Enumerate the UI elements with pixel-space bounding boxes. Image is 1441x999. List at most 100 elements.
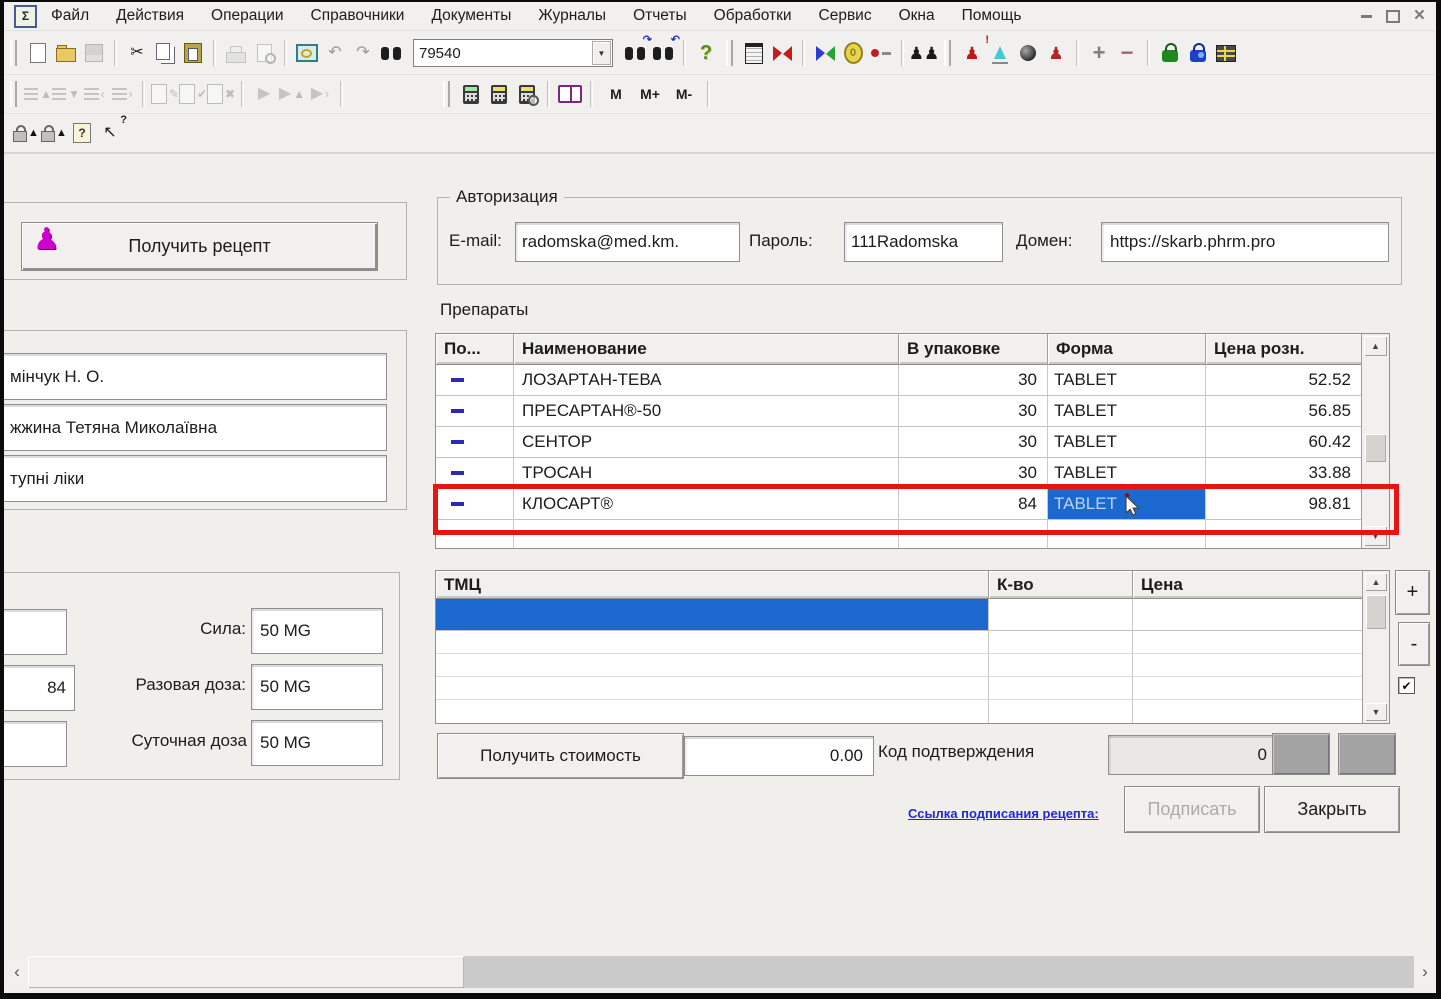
menu-reports[interactable]: Отчеты [633,7,687,25]
unlock-down-icon[interactable]: ▲ [40,119,68,147]
find-previous-icon[interactable]: ↶ [649,35,680,67]
password-field[interactable]: 111Radomska [844,222,1003,262]
column-header-price[interactable]: Цена [1133,571,1362,599]
color-bow-icon[interactable] [811,39,839,67]
table-row-selected[interactable]: КЛОСАРТ® 84 TABLET 98.81 [436,489,1361,520]
table-row-empty[interactable] [436,520,1361,548]
column-header-price[interactable]: Цена розн. [1206,334,1361,365]
menu-help[interactable]: Помощь [962,7,1022,25]
paste-icon[interactable] [179,39,207,67]
copy-icon[interactable] [151,39,179,67]
memory-button[interactable]: M [599,82,633,106]
move-bottom-icon[interactable]: › [108,80,136,108]
sign-button[interactable]: Подписать [1124,786,1260,833]
search-input[interactable]: 79540 [414,45,592,62]
tmc-add-button[interactable]: + [1395,570,1430,615]
sign-recipe-link[interactable]: Ссылка подписания рецепта: [908,806,1099,821]
table-row[interactable]: ЛОЗАРТАН-ТЕВА 30 TABLET 52.52 [436,365,1361,396]
scroll-up-icon[interactable]: ▲ [1365,573,1387,591]
menu-journals[interactable]: Журналы [538,7,606,25]
search-combobox[interactable]: 79540 ▼ [413,39,613,67]
tmc-row-empty[interactable] [436,631,1362,654]
find-next-icon[interactable]: ↷ [621,35,652,67]
strength-field[interactable]: 50 MG [251,608,383,654]
memory-minus-button[interactable]: M- [667,82,701,106]
scrollbar-track[interactable] [464,956,1414,988]
play-icon[interactable]: ▶ [250,80,278,108]
menu-file[interactable]: Файл [51,7,89,25]
memory-plus-button[interactable]: M+ [633,82,667,106]
column-header-po[interactable]: По... [436,334,514,365]
red-bow-icon[interactable] [768,39,796,67]
tmc-row-empty[interactable] [436,654,1362,677]
menu-actions[interactable]: Действия [116,7,184,25]
footer-gray-button-2[interactable] [1338,733,1396,775]
menu-references[interactable]: Справочники [311,7,405,25]
tmc-vertical-scrollbar[interactable]: ▲ ▼ [1362,571,1389,723]
tmc-remove-button[interactable]: - [1398,622,1430,666]
calculator-yellow-icon[interactable] [485,80,513,108]
menu-documents[interactable]: Документы [431,7,511,25]
table-row[interactable]: ПРЕСАРТАН®-50 30 TABLET 56.85 [436,396,1361,427]
open-folder-icon[interactable] [52,39,80,67]
tmc-row-empty[interactable] [436,700,1362,723]
move-down-icon[interactable]: ▼ [52,80,80,108]
blue-bag-icon[interactable] [1184,39,1212,67]
table-row[interactable]: ТРОСАН 30 TABLET 33.88 [436,458,1361,489]
table-row[interactable]: СЕНТОР 30 TABLET 60.42 [436,427,1361,458]
calculator-search-icon[interactable] [513,80,541,108]
step-forward-icon[interactable]: ▶ ▲ [278,80,306,108]
green-bag-icon[interactable] [1156,39,1184,67]
single-dose-field[interactable]: 50 MG [251,664,383,710]
calculator-green-icon[interactable] [457,80,485,108]
context-help-icon[interactable]: ↖? [96,115,127,147]
coin-icon[interactable]: 0 [839,39,867,67]
help-icon[interactable]: ? [692,39,720,67]
print-preview-icon[interactable] [250,39,278,67]
save-icon[interactable] [80,39,108,67]
pack-field-1[interactable] [1,609,67,655]
print-icon[interactable] [222,39,250,67]
tmc-cell-selected[interactable] [436,599,989,631]
toolbar-grip[interactable] [944,40,951,66]
domain-field[interactable]: https://skarb.phrm.pro [1101,222,1389,262]
footer-gray-button-1[interactable] [1272,733,1330,775]
menu-service[interactable]: Сервис [819,7,872,25]
doctor-field[interactable]: мінчук Н. О. [1,353,387,400]
move-top-icon[interactable]: ‹ [80,80,108,108]
scrollbar-thumb[interactable] [1366,595,1386,629]
walking-person-icon[interactable]: ♟ [1042,39,1070,67]
patient-alert-icon[interactable]: ♟! [958,35,989,67]
column-header-qty[interactable]: К-во [989,571,1133,599]
access-key-icon[interactable] [293,39,321,67]
step-over-icon[interactable]: ▶ › [306,80,334,108]
drug-form-cell-selected[interactable]: TABLET [1048,489,1206,520]
menu-operations[interactable]: Операции [211,7,284,25]
tmc-checkbox[interactable]: ✔ [1398,677,1415,694]
toolbar-grip[interactable] [443,81,450,107]
combobox-dropdown-icon[interactable]: ▼ [592,41,611,65]
email-field[interactable]: radomska@med.km. [515,222,740,262]
scrollbar-thumb[interactable] [1365,434,1386,462]
sphere-icon[interactable] [1014,39,1042,67]
report-table-icon[interactable] [740,39,768,67]
unlock-up-icon[interactable]: ▲ [12,119,40,147]
confirmation-code-field[interactable]: 0 [1108,735,1278,775]
help-box-icon[interactable]: ? [68,119,96,147]
column-header-tmc[interactable]: ТМЦ [436,571,989,599]
flask-icon[interactable] [986,39,1014,67]
redo-icon[interactable]: ↷ [349,39,377,67]
minimize-button[interactable] [1360,14,1372,18]
cost-field[interactable]: 0.00 [684,736,874,776]
column-header-name[interactable]: Наименование [514,334,899,365]
toolbar-grip[interactable] [10,81,17,107]
plus-minus-icon[interactable] [867,39,895,67]
find-icon[interactable] [377,39,405,67]
new-file-icon[interactable] [24,39,52,67]
toolbar-grip[interactable] [10,40,17,66]
menu-processing[interactable]: Обработки [714,7,792,25]
post-document-icon[interactable]: ✔ [179,80,207,108]
column-header-form[interactable]: Форма [1048,334,1206,365]
tmc-row-empty[interactable] [436,677,1362,700]
get-cost-button[interactable]: Получить стоимость [437,733,684,779]
